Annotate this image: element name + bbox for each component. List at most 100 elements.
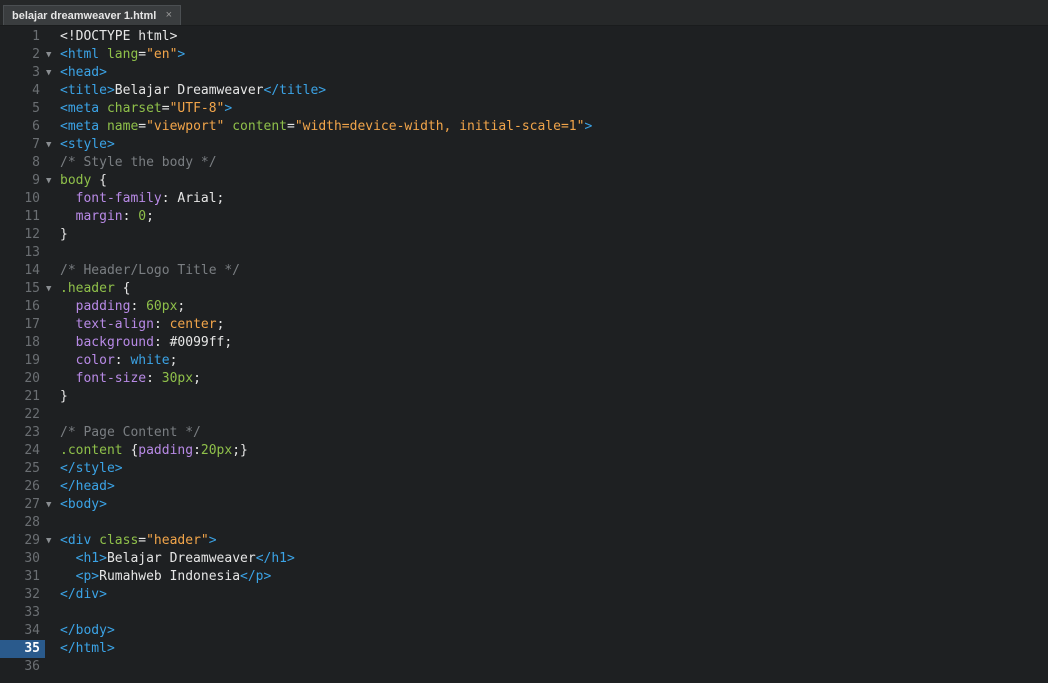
fold-arrow-icon[interactable]: ▼: [46, 280, 51, 298]
code-line[interactable]: 14 /* Header/Logo Title */: [0, 262, 1048, 280]
code-line[interactable]: 23 /* Page Content */: [0, 424, 1048, 442]
code-line[interactable]: 16 padding: 60px;: [0, 298, 1048, 316]
line-number: 28: [24, 515, 40, 530]
line-number: 21: [24, 389, 40, 404]
code-text: </body>: [60, 623, 115, 638]
code-text: </head>: [60, 479, 115, 494]
code-text: background: #0099ff;: [75, 335, 233, 350]
code-line[interactable]: 18 background: #0099ff;: [0, 334, 1048, 352]
line-number: 16: [24, 299, 40, 314]
code-line[interactable]: 4 <title>Belajar Dreamweaver</title>: [0, 82, 1048, 100]
code-text: color: white;: [75, 353, 178, 368]
code-line[interactable]: 28: [0, 514, 1048, 532]
code-line[interactable]: 13: [0, 244, 1048, 262]
code-line[interactable]: 24 .content {padding:20px;}: [0, 442, 1048, 460]
file-tab-title: belajar dreamweaver 1.html: [12, 9, 157, 22]
code-text: }: [60, 389, 68, 404]
fold-arrow-icon[interactable]: ▼: [46, 532, 51, 550]
code-text: /* Header/Logo Title */: [60, 263, 241, 278]
line-number: 2: [32, 47, 40, 62]
code-line[interactable]: 11 margin: 0;: [0, 208, 1048, 226]
fold-arrow-icon[interactable]: ▼: [46, 172, 51, 190]
line-number: 17: [24, 317, 40, 332]
line-number: 27: [24, 497, 40, 512]
code-text: <div class="header">: [60, 533, 217, 548]
code-line[interactable]: 9 ▼ body {: [0, 172, 1048, 190]
code-line[interactable]: 20 font-size: 30px;: [0, 370, 1048, 388]
code-text: <body>: [60, 497, 107, 512]
code-text: /* Style the body */: [60, 155, 217, 170]
line-number: 23: [24, 425, 40, 440]
line-number: 1: [32, 29, 40, 44]
code-editor[interactable]: 1 <!DOCTYPE html> 2 ▼ <html lang="en"> 3 ▼ <hea…: [0, 26, 1048, 683]
code-text: <p>Rumahweb Indonesia</p>: [75, 569, 272, 584]
code-text: <html lang="en">: [60, 47, 186, 62]
line-number: 3: [32, 65, 40, 80]
line-number: 33: [24, 605, 40, 620]
line-number: 15: [24, 281, 40, 296]
code-text: .header {: [60, 281, 131, 296]
code-text: <meta charset="UTF-8">: [60, 101, 233, 116]
code-line[interactable]: 15 ▼ .header {: [0, 280, 1048, 298]
code-text: /* Page Content */: [60, 425, 201, 440]
line-number: 29: [24, 533, 40, 548]
code-line[interactable]: 27 ▼ <body>: [0, 496, 1048, 514]
code-text: <h1>Belajar Dreamweaver</h1>: [75, 551, 295, 566]
code-line[interactable]: 6 <meta name="viewport" content="width=de…: [0, 118, 1048, 136]
code-line[interactable]: 32 </div>: [0, 586, 1048, 604]
code-text: <style>: [60, 137, 115, 152]
line-number: 34: [24, 623, 40, 638]
line-number: 20: [24, 371, 40, 386]
line-number: 26: [24, 479, 40, 494]
line-number: 5: [32, 101, 40, 116]
code-text: font-size: 30px;: [75, 371, 201, 386]
code-line[interactable]: 34 </body>: [0, 622, 1048, 640]
code-line[interactable]: 5 <meta charset="UTF-8">: [0, 100, 1048, 118]
code-line[interactable]: 30 <h1>Belajar Dreamweaver</h1>: [0, 550, 1048, 568]
code-text: body {: [60, 173, 107, 188]
code-line[interactable]: 35 </html>: [0, 640, 1048, 658]
code-line[interactable]: 26 </head>: [0, 478, 1048, 496]
line-number: 7: [32, 137, 40, 152]
line-number: 6: [32, 119, 40, 134]
code-text: margin: 0;: [75, 209, 154, 224]
code-line[interactable]: 7 ▼ <style>: [0, 136, 1048, 154]
code-text: <head>: [60, 65, 107, 80]
code-text: <!DOCTYPE html>: [60, 29, 178, 44]
code-text: </html>: [60, 641, 115, 656]
code-line[interactable]: 33: [0, 604, 1048, 622]
code-line[interactable]: 31 <p>Rumahweb Indonesia</p>: [0, 568, 1048, 586]
code-text: .content {padding:20px;}: [60, 443, 248, 458]
line-number: 14: [24, 263, 40, 278]
close-icon[interactable]: ×: [166, 9, 172, 21]
line-number: 31: [24, 569, 40, 584]
code-line[interactable]: 19 color: white;: [0, 352, 1048, 370]
fold-arrow-icon[interactable]: ▼: [46, 64, 51, 82]
code-line[interactable]: 1 <!DOCTYPE html>: [0, 28, 1048, 46]
code-line[interactable]: 8 /* Style the body */: [0, 154, 1048, 172]
file-tab[interactable]: belajar dreamweaver 1.html ×: [3, 5, 181, 25]
code-line[interactable]: 21}: [0, 388, 1048, 406]
line-number: 4: [32, 83, 40, 98]
code-line[interactable]: 25 </style>: [0, 460, 1048, 478]
line-number: 11: [24, 209, 40, 224]
code-text: </div>: [60, 587, 107, 602]
code-line[interactable]: 17 text-align: center;: [0, 316, 1048, 334]
line-number: 25: [24, 461, 40, 476]
code-line[interactable]: 12}: [0, 226, 1048, 244]
fold-arrow-icon[interactable]: ▼: [46, 46, 51, 64]
code-line[interactable]: 10 font-family: Arial;: [0, 190, 1048, 208]
line-number: 22: [24, 407, 40, 422]
fold-arrow-icon[interactable]: ▼: [46, 496, 51, 514]
line-number: 19: [24, 353, 40, 368]
code-text: text-align: center;: [75, 317, 225, 332]
code-line[interactable]: 29 ▼ <div class="header">: [0, 532, 1048, 550]
line-number: 30: [24, 551, 40, 566]
line-number: 36: [24, 659, 40, 674]
fold-arrow-icon[interactable]: ▼: [46, 136, 51, 154]
code-line[interactable]: 36: [0, 658, 1048, 676]
code-line[interactable]: 3 ▼ <head>: [0, 64, 1048, 82]
code-line[interactable]: 22: [0, 406, 1048, 424]
code-text: <meta name="viewport" content="width=dev…: [60, 119, 593, 134]
code-line[interactable]: 2 ▼ <html lang="en">: [0, 46, 1048, 64]
